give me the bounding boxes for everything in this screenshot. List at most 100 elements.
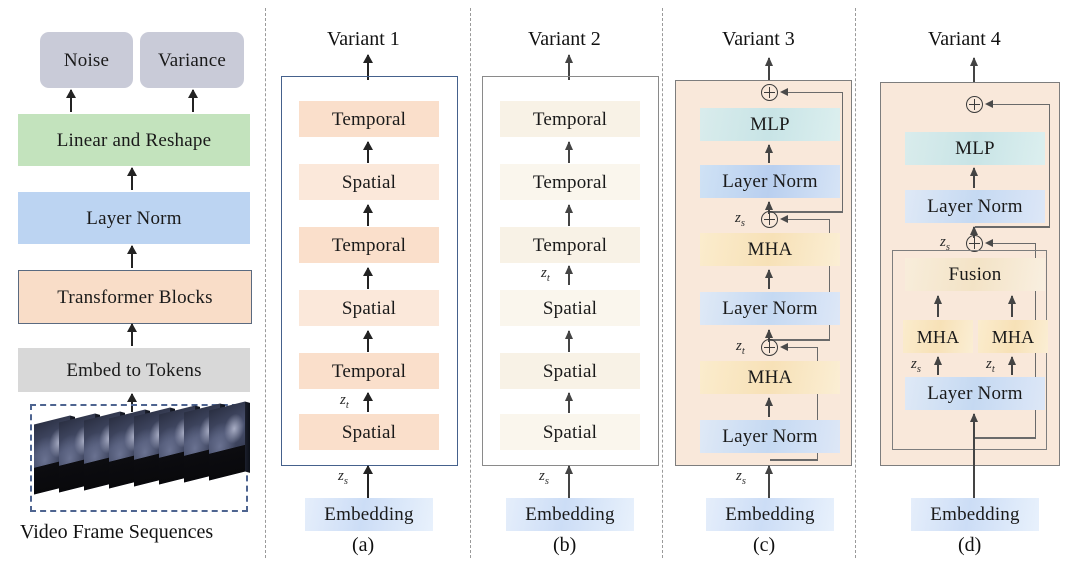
block-label: Temporal	[331, 108, 407, 130]
variant-1-zt-label: zt	[340, 392, 349, 411]
separator-3	[662, 8, 663, 558]
variant-4-block-mha-spatial: MHA	[903, 320, 973, 353]
variant-4-block-layernorm-2: Layer Norm	[905, 190, 1045, 223]
variant-3-skip-mlp-v	[841, 91, 844, 213]
variant-3-skip-zt-arrowhead	[780, 343, 788, 351]
block-label: Layer Norm	[722, 298, 818, 319]
variant-4-skip-mlp-arrowhead	[985, 100, 993, 108]
variant-1-zs-label: zs	[338, 468, 348, 487]
variant-3-block-mlp: MLP	[700, 108, 840, 141]
variant-4-zs-branch-label: zs	[911, 356, 921, 375]
variant-1-block-temporal-2: Temporal	[299, 227, 439, 263]
stage-layer-norm: Layer Norm	[18, 192, 250, 244]
block-label: MLP	[955, 138, 995, 159]
variant-1-block-temporal-1: Temporal	[299, 353, 439, 389]
variant-3-adder-mlp	[761, 84, 778, 101]
variant-4-block-mlp: MLP	[905, 132, 1045, 165]
variant-4-skip-zs-arrowhead	[985, 239, 993, 247]
variant-1-block-spatial-1: Spatial	[299, 414, 439, 450]
variant-2-zs-label: zs	[539, 468, 549, 487]
variant-2-embedding-block: Embedding	[506, 498, 634, 531]
block-label: Temporal	[331, 234, 407, 256]
block-label: Spatial	[542, 297, 598, 319]
variant-3-skip-zt-h-bottom	[770, 459, 818, 461]
zs-text: zs	[736, 468, 746, 487]
variant-1-block-spatial-3: Spatial	[299, 164, 439, 200]
variant-2-block-temporal-2: Temporal	[500, 164, 640, 200]
stage-linear-and-reshape: Linear and Reshape	[18, 114, 250, 166]
variant-3-embedding-block: Embedding	[706, 498, 834, 531]
variant-2-block-temporal-1: Temporal	[500, 227, 640, 263]
block-label: Temporal	[532, 171, 608, 193]
output-noise-block: Noise	[40, 32, 133, 88]
block-label: Temporal	[532, 234, 608, 256]
stage-transformer-blocks-label: Transformer Blocks	[57, 286, 213, 308]
zt-text: zt	[986, 356, 995, 375]
variant-3-caption: (c)	[753, 534, 776, 556]
variant-3-block-mha-1: MHA	[700, 361, 840, 394]
variant-4-block-mha-temporal: MHA	[978, 320, 1048, 353]
block-label: Spatial	[542, 360, 598, 382]
variant-4-skip-mlp-v	[1048, 103, 1051, 228]
output-variance-label: Variance	[157, 49, 227, 71]
output-variance-block: Variance	[140, 32, 244, 88]
variant-2-zt-label: zt	[541, 265, 550, 284]
variant-3-skip-mlp-h-top	[788, 91, 843, 94]
embedding-label: Embedding	[525, 504, 615, 525]
variant-3-skip-mlp-arrowhead	[780, 88, 788, 96]
variant-4-adder-mlp	[966, 96, 983, 113]
variant-3-block-layernorm-3: Layer Norm	[700, 165, 840, 198]
zs-text: zs	[735, 210, 745, 229]
block-label: MHA	[916, 326, 960, 347]
variant-1-title: Variant 1	[327, 28, 400, 50]
variant-4-block-fusion: Fusion	[905, 258, 1045, 291]
variant-1-block-temporal-3: Temporal	[299, 101, 439, 137]
separator-1	[265, 8, 266, 558]
variant-3-skip-zs-h-bottom	[770, 339, 830, 341]
block-label: Layer Norm	[927, 383, 1023, 404]
stage-embed-to-tokens: Embed to Tokens	[18, 348, 250, 392]
video-frames-caption: Video Frame Sequences	[20, 521, 214, 543]
stage-layer-norm-label: Layer Norm	[86, 207, 182, 229]
variant-4-zt-branch-label: zt	[986, 356, 995, 375]
variant-3-skip-zt-h-top	[788, 346, 818, 349]
variant-4-embedding-block: Embedding	[911, 498, 1039, 531]
variant-3-zt-label: zt	[736, 338, 745, 357]
variant-4-title: Variant 4	[928, 28, 1001, 50]
block-label: Layer Norm	[927, 196, 1023, 217]
embedding-label: Embedding	[725, 504, 815, 525]
variant-3-block-layernorm-1: Layer Norm	[700, 420, 840, 453]
variant-3-skip-zs-arrowhead	[780, 215, 788, 223]
block-label: Spatial	[341, 297, 397, 319]
embedding-label: Embedding	[324, 504, 414, 525]
block-label: Temporal	[331, 360, 407, 382]
block-label: MHA	[747, 239, 793, 260]
variant-3-zs-input-label: zs	[736, 468, 746, 487]
zs-text: zs	[940, 234, 950, 253]
variant-4-skip-zs-h-top	[993, 242, 1036, 245]
zt-text: zt	[736, 338, 745, 357]
block-label: Layer Norm	[722, 171, 818, 192]
separator-4	[855, 8, 856, 558]
stage-linear-and-reshape-label: Linear and Reshape	[56, 129, 212, 151]
output-noise-label: Noise	[63, 49, 110, 71]
variant-2-title: Variant 2	[528, 28, 601, 50]
variant-2-block-temporal-3: Temporal	[500, 101, 640, 137]
variant-3-title: Variant 3	[722, 28, 795, 50]
variant-4-block-layernorm-1: Layer Norm	[905, 377, 1045, 410]
block-label: MLP	[750, 114, 790, 135]
block-label: MHA	[747, 367, 793, 388]
variant-2-block-spatial-2: Spatial	[500, 353, 640, 389]
separator-2	[470, 8, 471, 558]
variant-2-block-spatial-1: Spatial	[500, 414, 640, 450]
variant-2-caption: (b)	[553, 534, 577, 556]
block-label: Temporal	[532, 108, 608, 130]
stage-embed-to-tokens-label: Embed to Tokens	[66, 359, 202, 381]
zs-text: zs	[338, 468, 348, 487]
zt-text: zt	[340, 392, 349, 411]
variant-1-embedding-block: Embedding	[305, 498, 433, 531]
variant-3-adder-zs	[761, 211, 778, 228]
zt-text: zt	[541, 265, 550, 284]
block-label: MHA	[991, 326, 1035, 347]
variant-4-skip-mlp-h-bottom	[975, 226, 1050, 228]
